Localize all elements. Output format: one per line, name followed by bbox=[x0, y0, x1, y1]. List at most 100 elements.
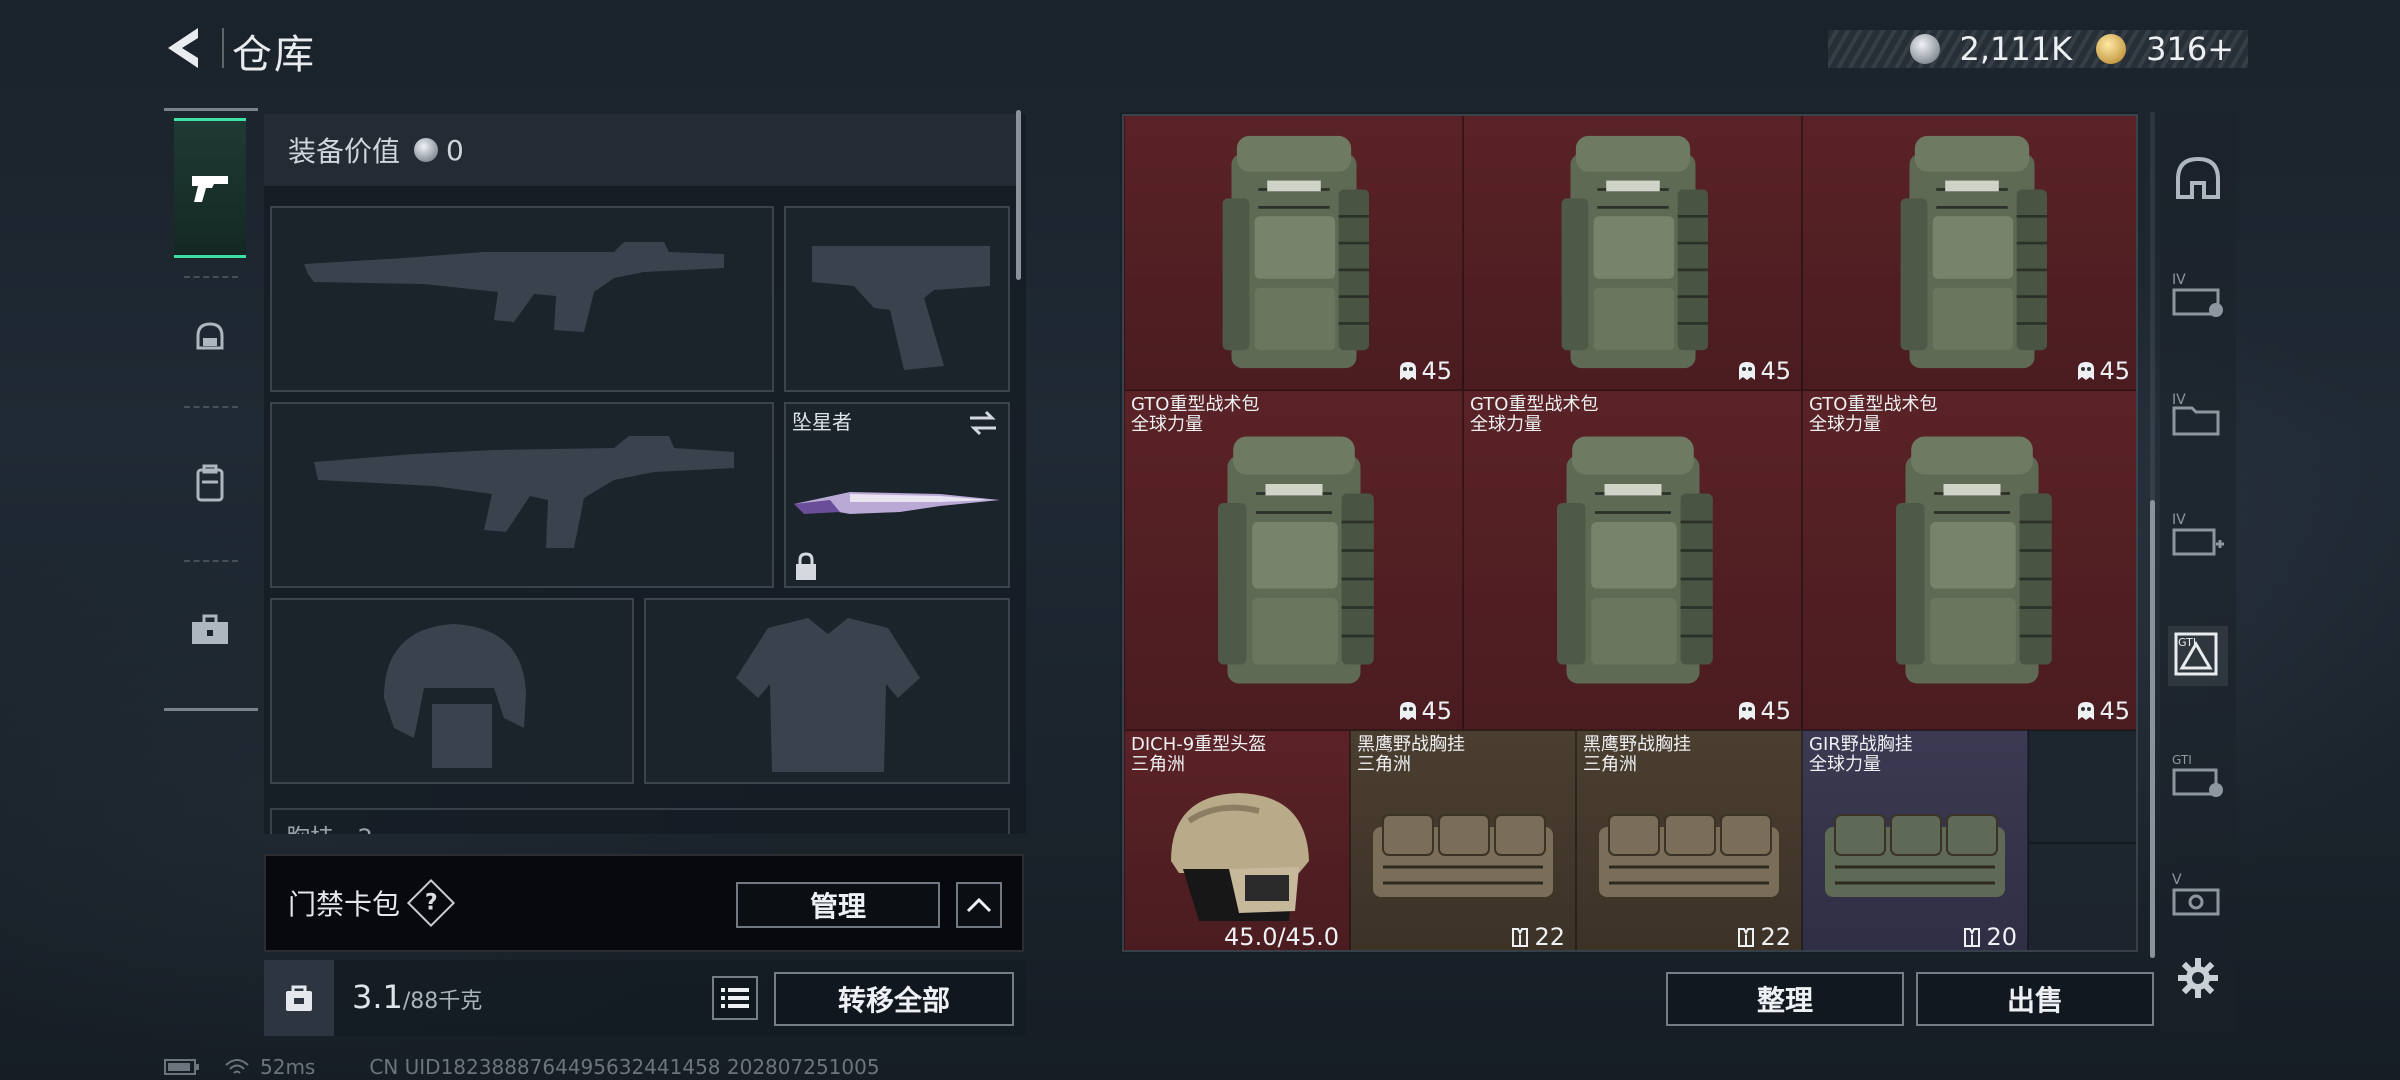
item-value-text: 45 bbox=[1421, 357, 1452, 385]
item-name: GTO重型战术包 bbox=[1470, 394, 1599, 415]
item-value-text: 22 bbox=[1534, 923, 1565, 951]
rail-tier4-medkit-icon[interactable]: IV bbox=[2168, 504, 2228, 564]
rail-bottom-line bbox=[164, 708, 258, 711]
backpack-image-icon bbox=[1561, 135, 1708, 369]
list-icon bbox=[721, 988, 749, 1008]
help-mark: ? bbox=[424, 889, 438, 915]
item-value: 45 bbox=[2077, 697, 2130, 725]
vest-icon bbox=[1738, 928, 1755, 947]
weight-readout: 3.1/88千克 bbox=[352, 978, 482, 1016]
svg-text:IV: IV bbox=[2172, 392, 2186, 408]
item-value-text: 45 bbox=[1760, 357, 1791, 385]
stash-item[interactable]: GIR野战胸挂 全球力量 20 bbox=[1802, 730, 2028, 950]
tab-weapons[interactable] bbox=[174, 118, 246, 258]
stash-item[interactable]: 黑鹰野战胸挂 三角洲 22 bbox=[1350, 730, 1576, 951]
briefcase-icon bbox=[192, 614, 228, 644]
rail-tier4-folder-icon[interactable]: IV bbox=[2168, 384, 2228, 444]
wifi-icon bbox=[225, 1059, 249, 1074]
item-name-block: GTO重型战术包 全球力量 bbox=[1470, 395, 1598, 435]
item-value: 45 bbox=[1738, 357, 1791, 385]
back-arrow-icon[interactable] bbox=[160, 22, 210, 74]
stash-item[interactable]: 黑鹰野战胸挂 三角洲 22 bbox=[1576, 730, 1802, 950]
backpack-icon bbox=[196, 464, 224, 502]
item-name-block: GTO重型战术包 全球力量 bbox=[1809, 395, 1937, 435]
item-name-block: 黑鹰野战胸挂 三角洲 bbox=[1357, 735, 1465, 775]
helmet-slot[interactable] bbox=[270, 598, 634, 784]
rail-tier5-case-icon[interactable]: V bbox=[2168, 864, 2228, 924]
secondary-weapon-slot[interactable] bbox=[270, 402, 774, 588]
rail-gti-bag-icon[interactable]: GTI bbox=[2168, 744, 2228, 804]
primary-weapon-slot[interactable] bbox=[270, 206, 774, 392]
item-name: DICH-9重型头盔 bbox=[1131, 734, 1267, 755]
stash-item[interactable]: GTO重型战术包 全球力量 45 bbox=[1802, 390, 2136, 730]
equipment-scrollbar[interactable] bbox=[1016, 110, 1021, 280]
vest-icon bbox=[1512, 928, 1529, 947]
item-name: 黑鹰野战胸挂 bbox=[1583, 734, 1691, 755]
stash-item[interactable]: 45 bbox=[1124, 116, 1463, 390]
chevron-up-icon bbox=[966, 897, 992, 913]
rail-helmet-outline-icon[interactable] bbox=[2168, 148, 2228, 208]
ghost-icon bbox=[1400, 362, 1417, 380]
stash-item[interactable]: GTO重型战术包 全球力量 45 bbox=[1124, 390, 1463, 730]
rail-gti-armor-icon[interactable]: GTI bbox=[2168, 626, 2228, 686]
transfer-all-button[interactable]: 转移全部 bbox=[774, 972, 1014, 1026]
item-faction: 三角洲 bbox=[1131, 754, 1185, 775]
collapse-button[interactable] bbox=[956, 882, 1002, 928]
armor-silhouette-icon bbox=[736, 618, 920, 772]
rifle-silhouette-icon bbox=[304, 242, 724, 332]
empty-slot[interactable] bbox=[2028, 843, 2136, 950]
item-value: 45.0/45.0 bbox=[1224, 923, 1339, 951]
item-value-text: 45.0/45.0 bbox=[1224, 923, 1339, 951]
pistol-icon bbox=[192, 176, 228, 202]
item-value: 22 bbox=[1510, 923, 1565, 951]
stash-item[interactable]: 45 bbox=[1802, 116, 2136, 390]
backpack-image-icon bbox=[1900, 135, 2047, 369]
svg-text:GTI: GTI bbox=[2172, 753, 2192, 767]
list-view-button[interactable] bbox=[712, 976, 758, 1020]
tab-backpack[interactable] bbox=[174, 414, 246, 554]
backpack-image-icon bbox=[1222, 135, 1369, 369]
item-name: GIR野战胸挂 bbox=[1809, 734, 1913, 755]
manage-button[interactable]: 管理 bbox=[736, 882, 940, 928]
item-faction: 三角洲 bbox=[1357, 754, 1411, 775]
stash-scrollbar[interactable] bbox=[2150, 500, 2155, 958]
stash-item[interactable]: 45 bbox=[1463, 116, 1802, 390]
chest-rig-image-icon bbox=[1373, 814, 1553, 897]
gold-coin-icon bbox=[2096, 34, 2127, 64]
rifle-silhouette-icon bbox=[314, 436, 734, 548]
stash-grid: 45 45 45 GTO重型战术包 全球力量 45 GTO重型战术包 全球力量 … bbox=[1122, 114, 2138, 952]
swap-icon[interactable] bbox=[968, 410, 998, 436]
help-icon[interactable]: ? bbox=[406, 878, 456, 928]
ghost-icon bbox=[1739, 362, 1756, 380]
title-divider bbox=[222, 28, 224, 68]
rail-tier4-bag-icon[interactable]: IV bbox=[2168, 264, 2228, 324]
item-value: 45 bbox=[1399, 697, 1452, 725]
stash-item[interactable]: GTO重型战术包 全球力量 45 bbox=[1463, 390, 1802, 730]
melee-slot[interactable]: 坠星者 bbox=[784, 402, 1010, 588]
item-faction: 全球力量 bbox=[1131, 414, 1203, 435]
knife-icon bbox=[794, 492, 1000, 514]
chest-rig-label: 胸挂 bbox=[286, 824, 334, 834]
item-value: 45 bbox=[2077, 357, 2130, 385]
tab-case[interactable] bbox=[174, 560, 246, 700]
item-value-text: 45 bbox=[2099, 357, 2130, 385]
equipment-value: 0 bbox=[446, 133, 464, 167]
backpack-image-icon bbox=[1556, 436, 1713, 684]
empty-slot[interactable] bbox=[2028, 730, 2136, 843]
svg-text:V: V bbox=[2172, 872, 2182, 888]
sort-button[interactable]: 整理 bbox=[1666, 972, 1904, 1026]
card-pack-label: 门禁卡包 bbox=[288, 888, 401, 921]
sell-button[interactable]: 出售 bbox=[1916, 972, 2154, 1026]
item-name: GTO重型战术包 bbox=[1809, 394, 1938, 415]
settings-gear-icon[interactable] bbox=[2168, 948, 2228, 1008]
equipment-panel: 装备价值 0 坠星者 bbox=[264, 114, 1026, 834]
ghost-icon bbox=[1739, 702, 1756, 720]
item-faction: 全球力量 bbox=[1809, 754, 1881, 775]
pistol-slot[interactable] bbox=[784, 206, 1010, 392]
tab-armor[interactable] bbox=[174, 268, 246, 408]
stash-item[interactable]: DICH-9重型头盔 三角洲 45.0/45.0 bbox=[1124, 730, 1350, 951]
ping-value: 52ms bbox=[260, 1055, 316, 1079]
item-value-text: 45 bbox=[2099, 697, 2130, 725]
armor-slot[interactable] bbox=[644, 598, 1010, 784]
ghost-icon bbox=[2078, 362, 2095, 380]
